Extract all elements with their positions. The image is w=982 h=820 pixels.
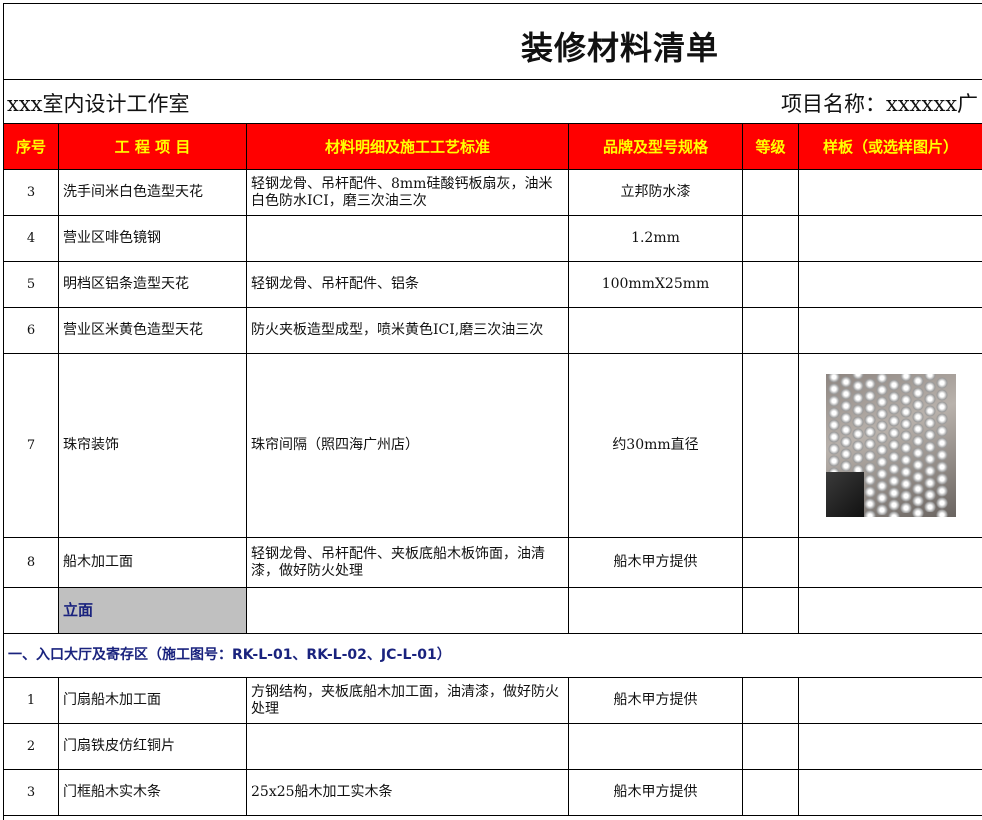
row-material: 防火夹板造型成型，喷米黄色ICI,磨三次油三次 [247, 308, 569, 354]
row-brand: 船木甲方提供 [569, 678, 743, 724]
row-material [247, 724, 569, 770]
header-brand: 品牌及型号规格 [569, 124, 743, 170]
row-item: 船木加工面 [59, 538, 247, 588]
table-row: 6 营业区米黄色造型天花 防火夹板造型成型，喷米黄色ICI,磨三次油三次 [4, 308, 982, 354]
table-row: 2 门扇铁皮仿红铜片 [4, 724, 982, 770]
row-no: 2 [4, 724, 59, 770]
row-grade [743, 308, 799, 354]
row-no: 6 [4, 308, 59, 354]
section-row: 一、入口大厅及寄存区（施工图号：RK-L-01、RK-L-02、JC-L-01） [4, 634, 982, 678]
row-sample [799, 770, 982, 816]
row-grade [743, 678, 799, 724]
row-material: 轻钢龙骨、吊杆配件、8mm硅酸钙板扇灰，油米白色防水ICI，磨三次油三次 [247, 170, 569, 216]
row-brand: 立邦防水漆 [569, 170, 743, 216]
row-item: 营业区米黄色造型天花 [59, 308, 247, 354]
table-row: 4 营业区啡色镜钢 1.2mm [4, 216, 982, 262]
row-item: 门扇船木加工面 [59, 678, 247, 724]
info-row: xxx室内设计工作室 项目名称：xxxxxx广 [3, 80, 982, 122]
table-row: 8 船木加工面 轻钢龙骨、吊杆配件、夹板底船木板饰面，油清漆，做好防火处理 船木… [4, 538, 982, 588]
row-grade [743, 770, 799, 816]
table-row: 5 明档区铝条造型天花 轻钢龙骨、吊杆配件、铝条 100mmX25mm [4, 262, 982, 308]
row-brand: 1.2mm [569, 216, 743, 262]
row-brand: 约30mm直径 [569, 354, 743, 538]
row-grade [743, 538, 799, 588]
row-sample [799, 262, 982, 308]
row-sample [799, 216, 982, 262]
row-sample [799, 538, 982, 588]
subheader-label: 立面 [59, 588, 247, 634]
row-brand: 100mmX25mm [569, 262, 743, 308]
row-no: 1 [4, 678, 59, 724]
row-grade [743, 724, 799, 770]
row-no: 8 [4, 538, 59, 588]
bead-curtain-image [826, 374, 956, 517]
table-row: 7 珠帘装饰 珠帘间隔（照四海广州店） 约30mm直径 [4, 354, 982, 538]
project-name: 项目名称：xxxxxx广 [781, 88, 978, 118]
row-no: 5 [4, 262, 59, 308]
row-item: 营业区啡色镜钢 [59, 216, 247, 262]
header-sample: 样板（或选样图片） [799, 124, 982, 170]
row-item: 明档区铝条造型天花 [59, 262, 247, 308]
row-sample [799, 308, 982, 354]
studio-name: xxx室内设计工作室 [7, 88, 190, 118]
section-title: 一、入口大厅及寄存区（施工图号：RK-L-01、RK-L-02、JC-L-01） [4, 634, 982, 678]
row-item: 门框船木实木条 [59, 770, 247, 816]
row-sample [799, 354, 982, 538]
header-no: 序号 [4, 124, 59, 170]
table-row: 3 门框船木实木条 25x25船木加工实木条 船木甲方提供 [4, 770, 982, 816]
row-material: 方钢结构，夹板底船木加工面，油清漆，做好防火处理 [247, 678, 569, 724]
row-grade [743, 354, 799, 538]
row-brand [569, 724, 743, 770]
row-material [247, 216, 569, 262]
row-sample [799, 724, 982, 770]
row-grade [743, 170, 799, 216]
row-item: 门扇铁皮仿红铜片 [59, 724, 247, 770]
row-grade [743, 216, 799, 262]
row-grade [743, 262, 799, 308]
subheader-row: 立面 [4, 588, 982, 634]
row-material: 轻钢龙骨、吊杆配件、夹板底船木板饰面，油清漆，做好防火处理 [247, 538, 569, 588]
row-sample [799, 170, 982, 216]
page-title: 装修材料清单 [521, 23, 719, 69]
row-material: 珠帘间隔（照四海广州店） [247, 354, 569, 538]
row-brand: 船木甲方提供 [569, 770, 743, 816]
header-row: 序号 工 程 项 目 材料明细及施工工艺标准 品牌及型号规格 等级 样板（或选样… [4, 124, 982, 170]
table-row: 1 门扇船木加工面 方钢结构，夹板底船木加工面，油清漆，做好防火处理 船木甲方提… [4, 678, 982, 724]
row-item: 珠帘装饰 [59, 354, 247, 538]
header-grade: 等级 [743, 124, 799, 170]
materials-table: 序号 工 程 项 目 材料明细及施工工艺标准 品牌及型号规格 等级 样板（或选样… [3, 123, 982, 816]
row-no: 7 [4, 354, 59, 538]
title-row: 装修材料清单 [3, 3, 982, 80]
table-row: 3 洗手间米白色造型天花 轻钢龙骨、吊杆配件、8mm硅酸钙板扇灰，油米白色防水I… [4, 170, 982, 216]
header-item: 工 程 项 目 [59, 124, 247, 170]
header-material: 材料明细及施工工艺标准 [247, 124, 569, 170]
row-item: 洗手间米白色造型天花 [59, 170, 247, 216]
row-brand [569, 308, 743, 354]
row-no: 4 [4, 216, 59, 262]
row-no: 3 [4, 170, 59, 216]
row-sample [799, 678, 982, 724]
row-material: 轻钢龙骨、吊杆配件、铝条 [247, 262, 569, 308]
row-no: 3 [4, 770, 59, 816]
row-material: 25x25船木加工实木条 [247, 770, 569, 816]
row-brand: 船木甲方提供 [569, 538, 743, 588]
